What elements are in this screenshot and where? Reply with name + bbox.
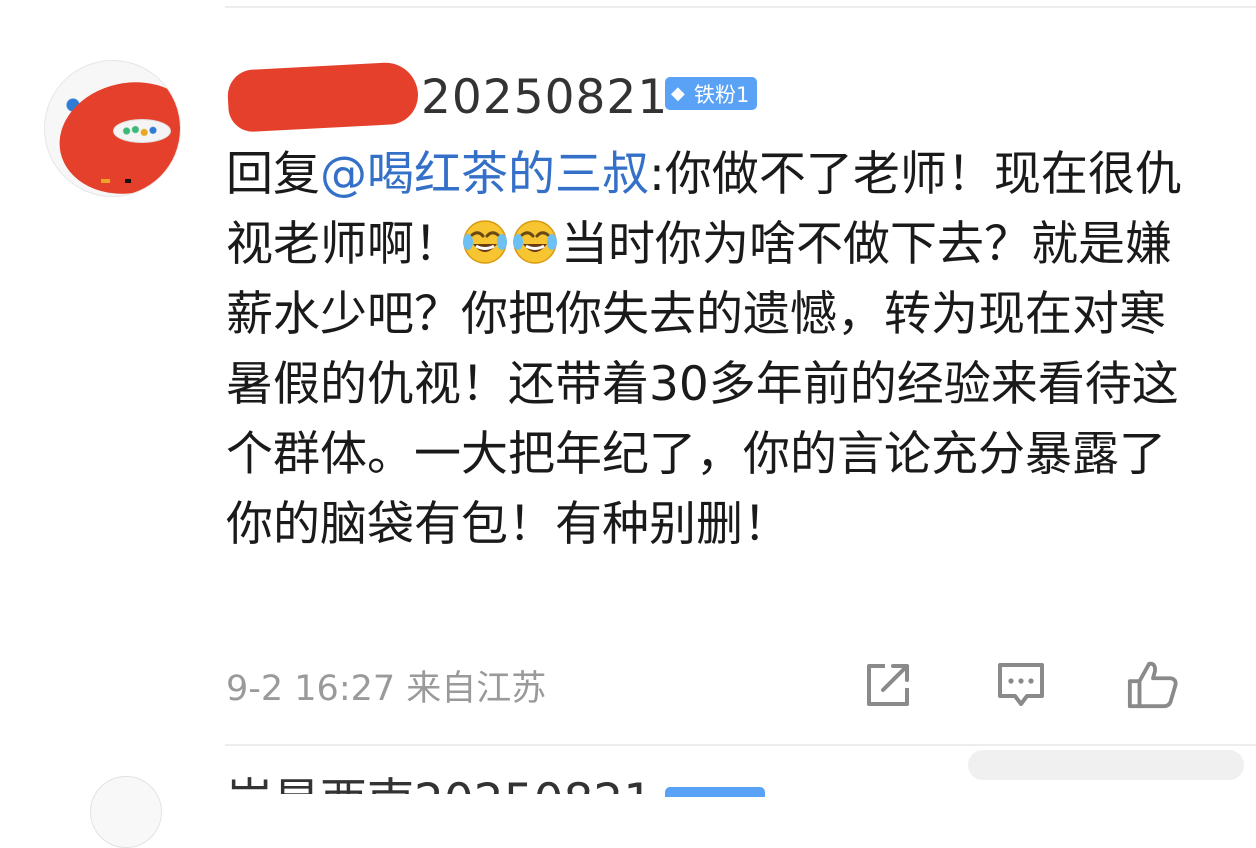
mention-link[interactable]: @喝红茶的三叔 [320, 147, 649, 202]
share-icon [867, 664, 909, 706]
avatar-legend [101, 179, 161, 183]
user-avatar[interactable] [44, 60, 181, 197]
laugh-cry-emoji-icon [461, 217, 511, 272]
location: 来自江苏 [406, 669, 547, 709]
next-fan-badge[interactable] [665, 787, 765, 797]
bottom-divider [225, 744, 1256, 746]
reply-prefix: 回复 [226, 147, 320, 202]
username-redaction-scribble [226, 61, 420, 133]
avatar-inner-map [113, 119, 171, 143]
fan-badge[interactable]: ◆ 铁粉1 [665, 77, 758, 110]
next-username[interactable]: 岩星西南20250821 [226, 772, 653, 794]
like-icon [1127, 661, 1178, 709]
comment-body: 回复@喝红茶的三叔:你做不了老师！现在很仇视老师啊！ 当时你为啥不做下去？就是嫌薪… [226, 140, 1186, 560]
comment-meta: 9-2 16:27 来自江苏 [226, 660, 546, 711]
top-divider [225, 6, 1256, 8]
diamond-icon: ◆ [671, 82, 685, 104]
laugh-cry-emoji-icon [511, 217, 561, 272]
next-user-avatar[interactable] [90, 776, 162, 848]
like-button[interactable] [1126, 658, 1180, 712]
fan-badge-label: 铁粉1 [694, 82, 750, 107]
comment-icon [998, 663, 1044, 706]
share-button[interactable] [861, 658, 915, 712]
reply-button[interactable] [994, 658, 1048, 712]
timestamp: 9-2 16:27 [226, 669, 396, 709]
watermark [968, 750, 1244, 780]
